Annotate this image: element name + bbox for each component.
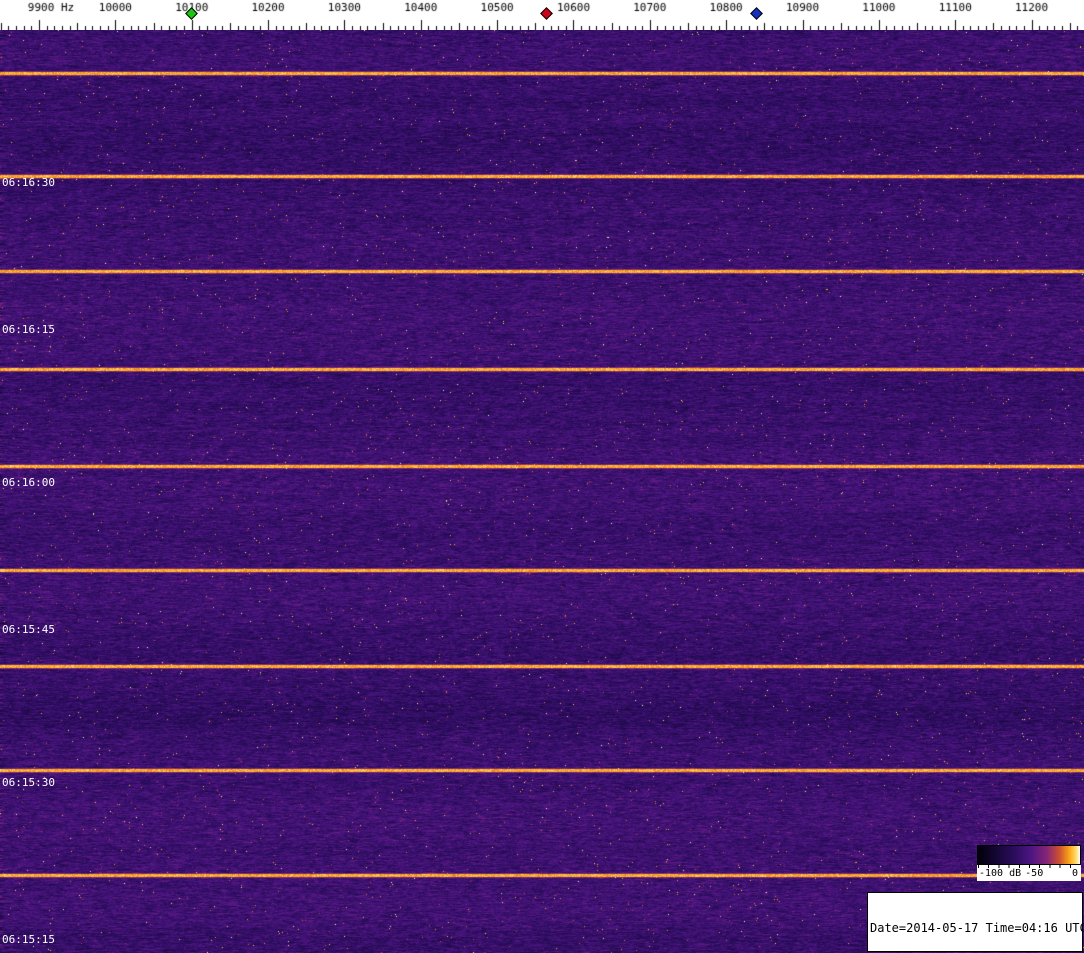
color-scale-legend: -100 dB -50 0 [977,845,1081,881]
spectrogram-window: 06:16:30 06:16:15 06:16:00 06:15:45 06:15:30… [0,0,1084,953]
info-date-line: Date=2014-05-17 Time=04:16 UTC [870,921,1080,935]
legend-mid-label: -50 [1025,866,1043,882]
color-scale-gradient [977,845,1081,865]
legend-min-label: -100 dB [979,866,1021,882]
color-scale-labels: -100 dB -50 0 [977,865,1081,881]
observation-info-box: Date=2014-05-17 Time=04:16 UTC Freq=143 … [867,892,1083,952]
spectrogram-waterfall[interactable] [0,30,1084,953]
legend-max-label: 0 [1072,866,1078,882]
